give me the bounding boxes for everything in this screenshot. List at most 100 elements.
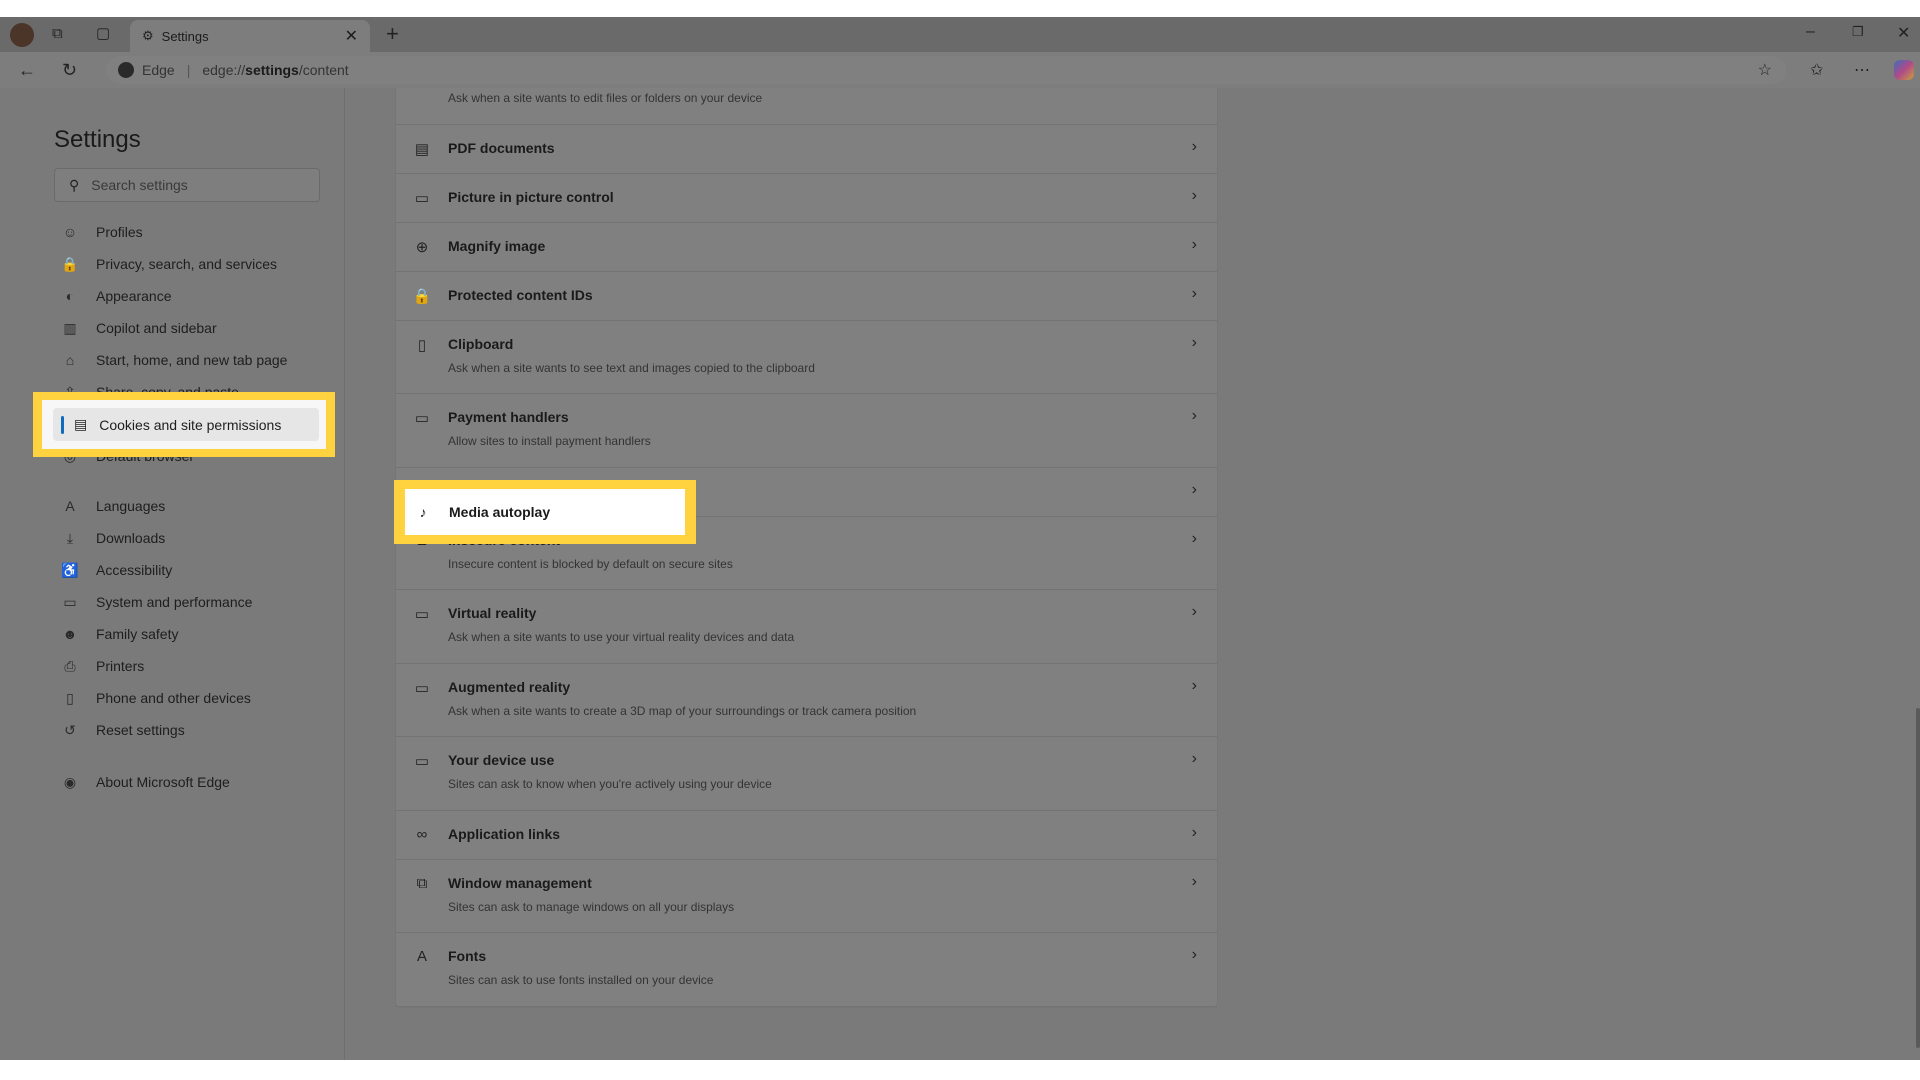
row-description: Sites can ask to use fonts installed on … xyxy=(448,973,714,987)
sidebar-item-label: Printers xyxy=(96,658,145,674)
chevron-right-icon[interactable]: › xyxy=(1192,824,1197,842)
chevron-right-icon[interactable]: › xyxy=(1192,873,1197,891)
row-title: Fonts xyxy=(448,948,487,964)
chevron-right-icon[interactable]: › xyxy=(1192,946,1197,964)
search-input[interactable]: ⚲ Search settings xyxy=(54,168,320,202)
back-icon[interactable]: ← xyxy=(18,60,36,81)
row-icon: ▤ xyxy=(414,140,430,158)
sidebar-item-label: About Microsoft Edge xyxy=(96,774,230,790)
sidebar-item-label: System and performance xyxy=(96,594,253,610)
sidebar-item-phone-and-other-devices[interactable]: ▯ Phone and other devices xyxy=(60,686,251,710)
sidebar-item-downloads[interactable]: ⤓ Downloads xyxy=(60,526,165,550)
scrollbar[interactable] xyxy=(1916,708,1920,1048)
row-icon: ⧉ xyxy=(416,874,428,892)
sidebar-item-start-home-and-new-tab-page[interactable]: ⌂ Start, home, and new tab page xyxy=(60,348,288,372)
sidebar-item-profiles[interactable]: ☺ Profiles xyxy=(60,220,143,244)
chevron-right-icon[interactable]: › xyxy=(1192,677,1197,695)
chevron-right-icon[interactable]: › xyxy=(1192,407,1197,425)
system-icon: ▭ xyxy=(63,593,77,610)
divider: | xyxy=(186,62,191,78)
search-icon: ⚲ xyxy=(69,176,80,193)
restore-icon[interactable]: ❐ xyxy=(1852,24,1864,40)
workspaces-icon[interactable]: ⧉ xyxy=(52,25,63,42)
row-title: PDF documents xyxy=(448,139,555,156)
chevron-right-icon[interactable]: › xyxy=(1192,750,1197,768)
row-description: Allow sites to install payment handlers xyxy=(448,434,651,448)
refresh-icon[interactable]: ↻ xyxy=(62,60,77,81)
chevron-right-icon[interactable]: › xyxy=(1192,603,1197,621)
permission-row-protected-content-ids[interactable]: 🔒 Protected content IDs › xyxy=(396,272,1217,321)
chevron-right-icon[interactable]: › xyxy=(1192,481,1197,499)
favorite-star-icon[interactable]: ☆ xyxy=(1758,60,1772,80)
row-icon: A xyxy=(416,948,427,965)
row-icon: ▭ xyxy=(414,606,430,623)
gear-icon: ⚙ xyxy=(142,28,154,43)
download-icon: ⤓ xyxy=(66,529,74,546)
minimize-icon[interactable]: – xyxy=(1806,23,1815,41)
permission-row-payment-handlers[interactable]: ▭ Payment handlers Allow sites to install … xyxy=(396,394,1217,468)
top-strip xyxy=(0,0,1920,17)
more-icon[interactable]: ⋯ xyxy=(1854,60,1870,80)
close-tab-icon[interactable]: ✕ xyxy=(345,26,358,46)
permission-row-window-management[interactable]: ⧉ Window management Sites can ask to manag… xyxy=(396,860,1217,933)
highlight-media-autoplay: ♪ Media autoplay xyxy=(394,480,696,544)
row-title: Protected content IDs xyxy=(448,286,593,303)
chevron-right-icon[interactable]: › xyxy=(1192,138,1197,156)
permission-row-fonts[interactable]: A Fonts Sites can ask to use fonts install… xyxy=(396,933,1217,1007)
chevron-right-icon[interactable]: › xyxy=(1192,530,1197,548)
permission-row-application-links[interactable]: ∞ Application links › xyxy=(396,811,1217,860)
sidebar-item-label: Copilot and sidebar xyxy=(96,320,217,336)
sidebar-item-printers[interactable]: ⎙ Printers xyxy=(60,654,144,678)
close-window-icon[interactable]: ✕ xyxy=(1897,23,1910,43)
permission-row-clipboard[interactable]: ▯ Clipboard Ask when a site wants to see t… xyxy=(396,321,1217,394)
favorites-icon[interactable]: ✩ xyxy=(1810,60,1823,80)
url-suffix: /content xyxy=(298,62,349,78)
new-tab-icon[interactable]: + xyxy=(386,21,399,47)
row-description: Ask when a site wants to edit files or f… xyxy=(448,91,763,105)
chevron-right-icon[interactable]: › xyxy=(1192,236,1197,254)
sidebar-item-languages[interactable]: A Languages xyxy=(60,494,165,518)
row-title: Application links xyxy=(448,825,561,842)
permission-row-pdf-documents[interactable]: ▤ PDF documents › xyxy=(396,125,1217,174)
sidebar-item-cookies-selected[interactable]: ▤ Cookies and site permissions xyxy=(53,408,319,441)
tab-settings[interactable]: ⚙ Settings ✕ xyxy=(130,20,370,52)
home-icon: ⌂ xyxy=(65,352,75,368)
reset-icon: ↺ xyxy=(64,721,76,738)
sidebar-item-reset-settings[interactable]: ↺ Reset settings xyxy=(60,718,185,742)
chevron-right-icon[interactable]: › xyxy=(1192,285,1197,303)
row-title: Window management xyxy=(448,874,592,891)
address-bar[interactable]: Edge | edge://settings/content ☆ xyxy=(106,56,1786,84)
profile-avatar-icon[interactable] xyxy=(10,23,34,47)
sidebar-item-label: Cookies and site permissions xyxy=(99,416,282,433)
chevron-right-icon[interactable]: › xyxy=(1192,187,1197,205)
sidebar-item-accessibility[interactable]: ♿ Accessibility xyxy=(60,558,172,582)
permission-row-picture-in-picture-control[interactable]: ▭ Picture in picture control › xyxy=(396,174,1217,223)
permission-row-magnify-image[interactable]: ⊕ Magnify image › xyxy=(396,223,1217,272)
sidebar-item-family-safety[interactable]: ☻ Family safety xyxy=(60,622,179,646)
family-icon: ☻ xyxy=(62,626,78,642)
permission-row-virtual-reality[interactable]: ▭ Virtual reality Ask when a site wants to… xyxy=(396,590,1217,664)
sidebar-item-label: Appearance xyxy=(96,288,172,304)
sidebar-item-privacy-search-and-services[interactable]: 🔒 Privacy, search, and services xyxy=(60,252,277,276)
sidebar-icon: ▥ xyxy=(63,319,77,336)
sidebar-item-label: Reset settings xyxy=(96,722,185,738)
media-autoplay-highlight[interactable]: ♪ Media autoplay xyxy=(405,489,685,535)
sidebar-item-label: Accessibility xyxy=(96,562,173,578)
lock-icon: 🔒 xyxy=(61,255,79,272)
row-icon: ∞ xyxy=(416,825,428,843)
sidebar-item-system-and-performance[interactable]: ▭ System and performance xyxy=(60,590,252,614)
highlight-cookies: ▤ Cookies and site permissions xyxy=(33,392,335,457)
sidebar-item-about-microsoft-edge[interactable]: ◉ About Microsoft Edge xyxy=(60,770,230,794)
tab-actions-icon[interactable]: ▢ xyxy=(96,24,110,42)
copilot-icon[interactable] xyxy=(1894,60,1914,80)
sidebar-item-copilot-and-sidebar[interactable]: ▥ Copilot and sidebar xyxy=(60,316,217,340)
permission-row-file-editing[interactable]: ✎File editingAsk when a site wants to ed… xyxy=(396,88,1217,125)
row-title: Picture in picture control xyxy=(448,188,614,205)
phone-icon: ▯ xyxy=(66,689,74,706)
permission-row-your-device-use[interactable]: ▭ Your device use Sites can ask to know wh… xyxy=(396,737,1217,811)
permission-row-augmented-reality[interactable]: ▭ Augmented reality Ask when a site wants … xyxy=(396,664,1217,737)
chevron-right-icon[interactable]: › xyxy=(1192,334,1197,352)
row-title: Payment handlers xyxy=(448,409,569,425)
sidebar-item-appearance[interactable]: ◐ Appearance xyxy=(60,284,172,308)
row-title: Augmented reality xyxy=(448,678,571,695)
